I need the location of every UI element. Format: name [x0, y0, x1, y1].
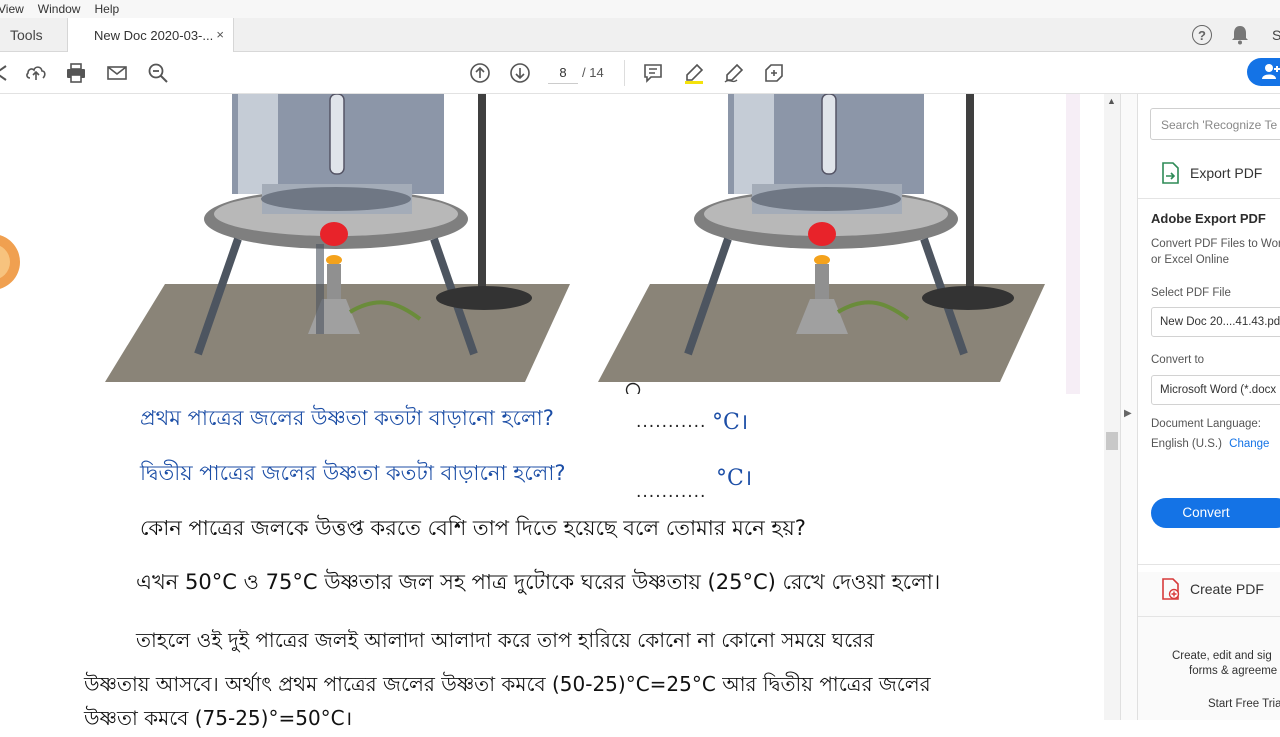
- experiment-illustration: [0, 94, 1080, 394]
- toolbar-divider: [624, 60, 625, 86]
- close-icon[interactable]: ×: [216, 27, 224, 42]
- comment-icon[interactable]: [642, 62, 664, 84]
- selected-file-field[interactable]: New Doc 20....41.43.pd: [1151, 307, 1280, 337]
- scroll-up-arrow-icon[interactable]: ▲: [1107, 96, 1116, 106]
- export-description-1: Convert PDF Files to Wor: [1151, 238, 1280, 250]
- file-create-icon: [1160, 578, 1180, 600]
- mail-icon[interactable]: [106, 62, 128, 84]
- panel-divider: [1138, 564, 1280, 565]
- tab-document-title: New Doc 2020-03-...: [94, 28, 214, 43]
- menu-view[interactable]: View: [0, 2, 24, 16]
- create-pdf-tool[interactable]: Create PDF: [1160, 578, 1264, 600]
- tab-bar: Tools New Doc 2020-03-... × ? S: [0, 18, 1280, 53]
- paragraph-3: উষ্ণতায় আসবে। অর্থাৎ প্রথম পাত্রের জলের…: [84, 672, 931, 696]
- language-value: English (U.S.): [1151, 438, 1222, 450]
- export-pdf-label: Export PDF: [1190, 165, 1263, 181]
- file-export-icon: [1160, 162, 1180, 184]
- sign-icon[interactable]: [723, 62, 745, 84]
- menu-bar: View Window Help: [0, 0, 1280, 18]
- question-3: কোন পাত্রের জলকে উত্তপ্ত করতে বেশি তাপ দ…: [140, 516, 806, 540]
- panel-divider: [1138, 616, 1280, 617]
- share-user-icon[interactable]: [1247, 58, 1280, 86]
- highlight-icon[interactable]: [683, 62, 705, 84]
- page-down-icon[interactable]: [509, 62, 531, 84]
- page-up-icon[interactable]: [469, 62, 491, 84]
- convert-button[interactable]: Convert: [1151, 498, 1280, 528]
- question-1: প্রথম পাত্রের জলের উষ্ণতা কতটা বাড়ানো হ…: [140, 406, 554, 430]
- tab-document[interactable]: New Doc 2020-03-... ×: [68, 18, 234, 53]
- menu-help[interactable]: Help: [94, 2, 119, 16]
- upload-icon[interactable]: [25, 62, 47, 84]
- user-initial[interactable]: S: [1272, 27, 1280, 43]
- answer-blank-2: ...........: [636, 482, 707, 502]
- start-free-trial-link[interactable]: Start Free Trial: [1208, 698, 1280, 710]
- question-2: দ্বিতীয় পাত্রের জলের উষ্ণতা কতটা বাড়ান…: [140, 461, 566, 485]
- paragraph-4: উষ্ণতা কমবে (75-25)°=50°C।: [84, 706, 353, 730]
- panel-divider: [1138, 198, 1280, 199]
- paragraph-1: এখন 50°C ও 75°C উষ্ণতার জল সহ পাত্র দুটো…: [136, 570, 941, 594]
- collapse-arrow-icon[interactable]: ▶: [1124, 408, 1132, 419]
- zoom-out-icon[interactable]: [147, 62, 169, 84]
- edit-tags-icon[interactable]: [763, 62, 785, 84]
- export-description-2: or Excel Online: [1151, 254, 1229, 266]
- convert-to-label: Convert to: [1151, 354, 1205, 366]
- promo-text-2: forms & agreeme: [1189, 665, 1278, 677]
- help-icon[interactable]: ?: [1192, 25, 1212, 45]
- page-number-input[interactable]: 8: [548, 62, 578, 84]
- print-icon[interactable]: [65, 62, 87, 84]
- export-pdf-tool[interactable]: Export PDF: [1160, 162, 1262, 184]
- change-language-link[interactable]: Change: [1229, 438, 1269, 450]
- unit-1: °C।: [712, 410, 749, 435]
- page-total: / 14: [582, 65, 604, 80]
- export-heading: Adobe Export PDF: [1151, 211, 1266, 226]
- select-file-label: Select PDF File: [1151, 287, 1231, 299]
- promo-text-1: Create, edit and sig: [1172, 650, 1272, 662]
- arrow-left-icon[interactable]: [0, 62, 12, 84]
- menu-window[interactable]: Window: [38, 2, 81, 16]
- convert-format-select[interactable]: Microsoft Word (*.docx: [1151, 375, 1280, 405]
- toolbar: 8 / 14: [0, 52, 1280, 94]
- document-language-label: Document Language:: [1151, 418, 1261, 430]
- create-pdf-label: Create PDF: [1190, 581, 1264, 597]
- vertical-scrollbar[interactable]: [1104, 94, 1120, 720]
- panel-collapse-strip[interactable]: [1120, 94, 1138, 720]
- search-input[interactable]: Search 'Recognize Te: [1150, 108, 1280, 140]
- tab-tools[interactable]: Tools: [0, 18, 68, 52]
- unit-2: °C।: [716, 466, 753, 491]
- document-language-value: English (U.S.) Change: [1151, 438, 1269, 450]
- scrollbar-thumb[interactable]: [1106, 432, 1118, 450]
- answer-blank-1: ...........: [636, 412, 707, 432]
- bell-icon[interactable]: [1230, 24, 1250, 46]
- right-tools-panel: Search 'Recognize Te Export PDF Adobe Ex…: [1138, 94, 1280, 720]
- paragraph-2: তাহলে ওই দুই পাত্রের জলই আলাদা আলাদা করে…: [136, 628, 875, 652]
